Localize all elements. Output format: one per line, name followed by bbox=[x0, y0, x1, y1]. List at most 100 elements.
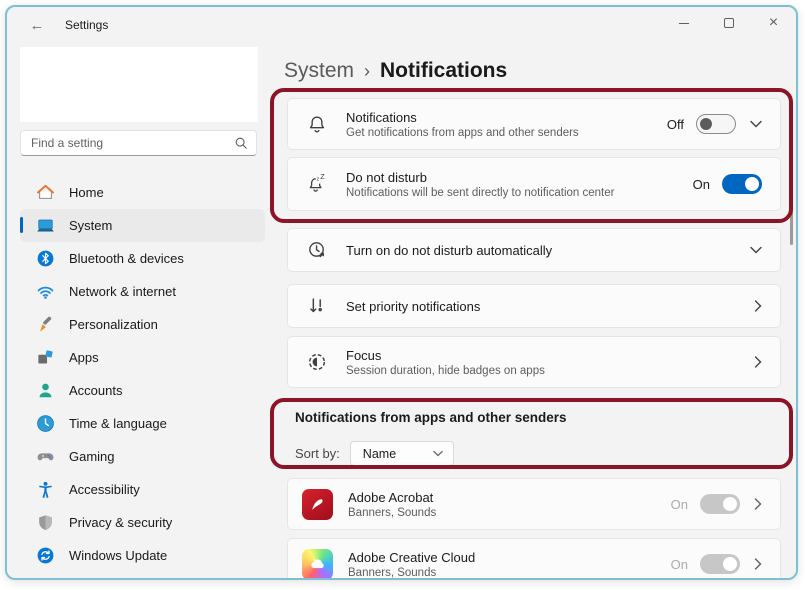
chevron-right-icon[interactable] bbox=[754, 558, 762, 570]
do-not-disturb-toggle[interactable] bbox=[722, 174, 762, 194]
sidebar-item-label: Personalization bbox=[69, 317, 158, 332]
card-subtitle: Session duration, hide badges on apps bbox=[346, 365, 545, 377]
minimize-icon bbox=[679, 23, 689, 24]
sidebar-item-system[interactable]: System bbox=[20, 209, 265, 242]
sidebar-item-time-language[interactable]: Time & language bbox=[20, 407, 265, 440]
window-controls: × bbox=[661, 7, 796, 39]
card-title: Focus bbox=[346, 348, 545, 363]
card-do-not-disturb[interactable]: zZ Do not disturb Notifications will be … bbox=[287, 157, 781, 211]
card-title: Do not disturb bbox=[346, 170, 614, 185]
accounts-icon bbox=[36, 381, 55, 400]
apps-section-title: Notifications from apps and other sender… bbox=[295, 410, 781, 425]
chevron-right-icon[interactable] bbox=[754, 498, 762, 510]
sort-by-dropdown[interactable]: Name bbox=[350, 441, 454, 466]
sidebar-item-label: Apps bbox=[69, 350, 99, 365]
sidebar-item-gaming[interactable]: Gaming bbox=[20, 440, 265, 473]
privacy-icon bbox=[36, 513, 55, 532]
close-button[interactable]: × bbox=[751, 7, 796, 39]
adobe-creative-cloud-icon bbox=[302, 549, 333, 580]
network-icon bbox=[36, 282, 55, 301]
maximize-button[interactable] bbox=[706, 7, 751, 39]
accessibility-icon bbox=[36, 480, 55, 499]
sidebar-item-accessibility[interactable]: Accessibility bbox=[20, 473, 265, 506]
close-icon: × bbox=[769, 15, 778, 31]
time-language-icon bbox=[36, 414, 55, 433]
chevron-right-icon bbox=[754, 300, 762, 312]
card-dnd-automatic[interactable]: Turn on do not disturb automatically bbox=[287, 228, 781, 272]
card-title: Notifications bbox=[346, 110, 579, 125]
sidebar-item-label: Windows Update bbox=[69, 548, 167, 563]
toggle-state-label: On bbox=[671, 497, 688, 512]
card-focus[interactable]: Focus Session duration, hide badges on a… bbox=[287, 336, 781, 388]
app-notifications-toggle[interactable] bbox=[700, 554, 740, 574]
search-icon bbox=[234, 136, 248, 150]
home-icon bbox=[36, 183, 55, 202]
sidebar-item-label: System bbox=[69, 218, 112, 233]
back-icon[interactable]: ← bbox=[25, 17, 49, 34]
sidebar-item-label: Privacy & security bbox=[69, 515, 172, 530]
search-input[interactable] bbox=[31, 136, 234, 150]
search-box[interactable] bbox=[20, 130, 257, 156]
chevron-down-icon[interactable] bbox=[750, 246, 762, 254]
sidebar-item-label: Accessibility bbox=[69, 482, 140, 497]
toggle-state-label: Off bbox=[667, 117, 684, 132]
app-row-adobe-acrobat[interactable]: Adobe Acrobat Banners, Sounds On bbox=[287, 478, 781, 530]
app-notifications-toggle[interactable] bbox=[700, 494, 740, 514]
scrollbar[interactable] bbox=[790, 100, 793, 245]
breadcrumb-separator-icon: › bbox=[364, 61, 370, 82]
personalization-icon bbox=[36, 315, 55, 334]
svg-text:Z: Z bbox=[320, 173, 325, 181]
notifications-toggle[interactable] bbox=[696, 114, 736, 134]
titlebar: ← Settings × bbox=[7, 7, 796, 43]
sidebar-item-bluetooth-devices[interactable]: Bluetooth & devices bbox=[20, 242, 265, 275]
focus-icon bbox=[306, 351, 330, 373]
app-row-adobe-creative-cloud[interactable]: Adobe Creative Cloud Banners, Sounds On bbox=[287, 538, 781, 580]
toggle-knob bbox=[700, 118, 712, 130]
toggle-knob bbox=[745, 177, 759, 191]
priority-icon bbox=[306, 295, 330, 317]
sidebar-item-label: Time & language bbox=[69, 416, 167, 431]
chevron-right-icon bbox=[754, 356, 762, 368]
toggle-state-label: On bbox=[671, 557, 688, 572]
maximize-icon bbox=[724, 18, 734, 28]
bluetooth-icon bbox=[36, 249, 55, 268]
card-subtitle: Notifications will be sent directly to n… bbox=[346, 187, 614, 199]
breadcrumb-parent[interactable]: System bbox=[284, 59, 354, 83]
toggle-state-label: On bbox=[693, 177, 710, 192]
app-name: Adobe Acrobat bbox=[348, 490, 436, 505]
settings-window: ← Settings × Home System bbox=[5, 5, 798, 580]
toggle-knob bbox=[723, 557, 737, 571]
minimize-button[interactable] bbox=[661, 7, 706, 39]
account-placeholder bbox=[20, 47, 258, 122]
sidebar-item-label: Accounts bbox=[69, 383, 122, 398]
sidebar-item-privacy-security[interactable]: Privacy & security bbox=[20, 506, 265, 539]
app-subtitle: Banners, Sounds bbox=[348, 507, 436, 519]
clock-auto-icon bbox=[306, 239, 330, 261]
apps-icon bbox=[36, 348, 55, 367]
toggle-knob bbox=[723, 497, 737, 511]
card-title: Set priority notifications bbox=[346, 299, 480, 314]
card-title: Turn on do not disturb automatically bbox=[346, 243, 552, 258]
chevron-down-icon[interactable] bbox=[750, 120, 762, 128]
bell-icon bbox=[306, 113, 330, 135]
sidebar-item-accounts[interactable]: Accounts bbox=[20, 374, 265, 407]
sidebar-item-apps[interactable]: Apps bbox=[20, 341, 265, 374]
app-subtitle: Banners, Sounds bbox=[348, 567, 475, 579]
sidebar-item-home[interactable]: Home bbox=[20, 176, 265, 209]
page-title: Notifications bbox=[380, 59, 507, 83]
sidebar-item-label: Home bbox=[69, 185, 104, 200]
sidebar-item-personalization[interactable]: Personalization bbox=[20, 308, 265, 341]
sidebar: Home System Bluetooth & devices Network … bbox=[7, 43, 277, 580]
card-notifications[interactable]: Notifications Get notifications from app… bbox=[287, 98, 781, 150]
chevron-down-icon bbox=[433, 450, 443, 457]
svg-text:z: z bbox=[317, 176, 320, 182]
sort-by-value: Name bbox=[363, 447, 396, 461]
card-priority-notifications[interactable]: Set priority notifications bbox=[287, 284, 781, 328]
sidebar-item-label: Bluetooth & devices bbox=[69, 251, 184, 266]
main-content: System › Notifications Notifications Get… bbox=[277, 43, 796, 580]
sort-row: Sort by: Name bbox=[295, 441, 781, 466]
settings-list: Notifications Get notifications from app… bbox=[287, 98, 781, 580]
sidebar-item-network-internet[interactable]: Network & internet bbox=[20, 275, 265, 308]
sidebar-item-windows-update[interactable]: Windows Update bbox=[20, 539, 265, 572]
gaming-icon bbox=[36, 447, 55, 466]
